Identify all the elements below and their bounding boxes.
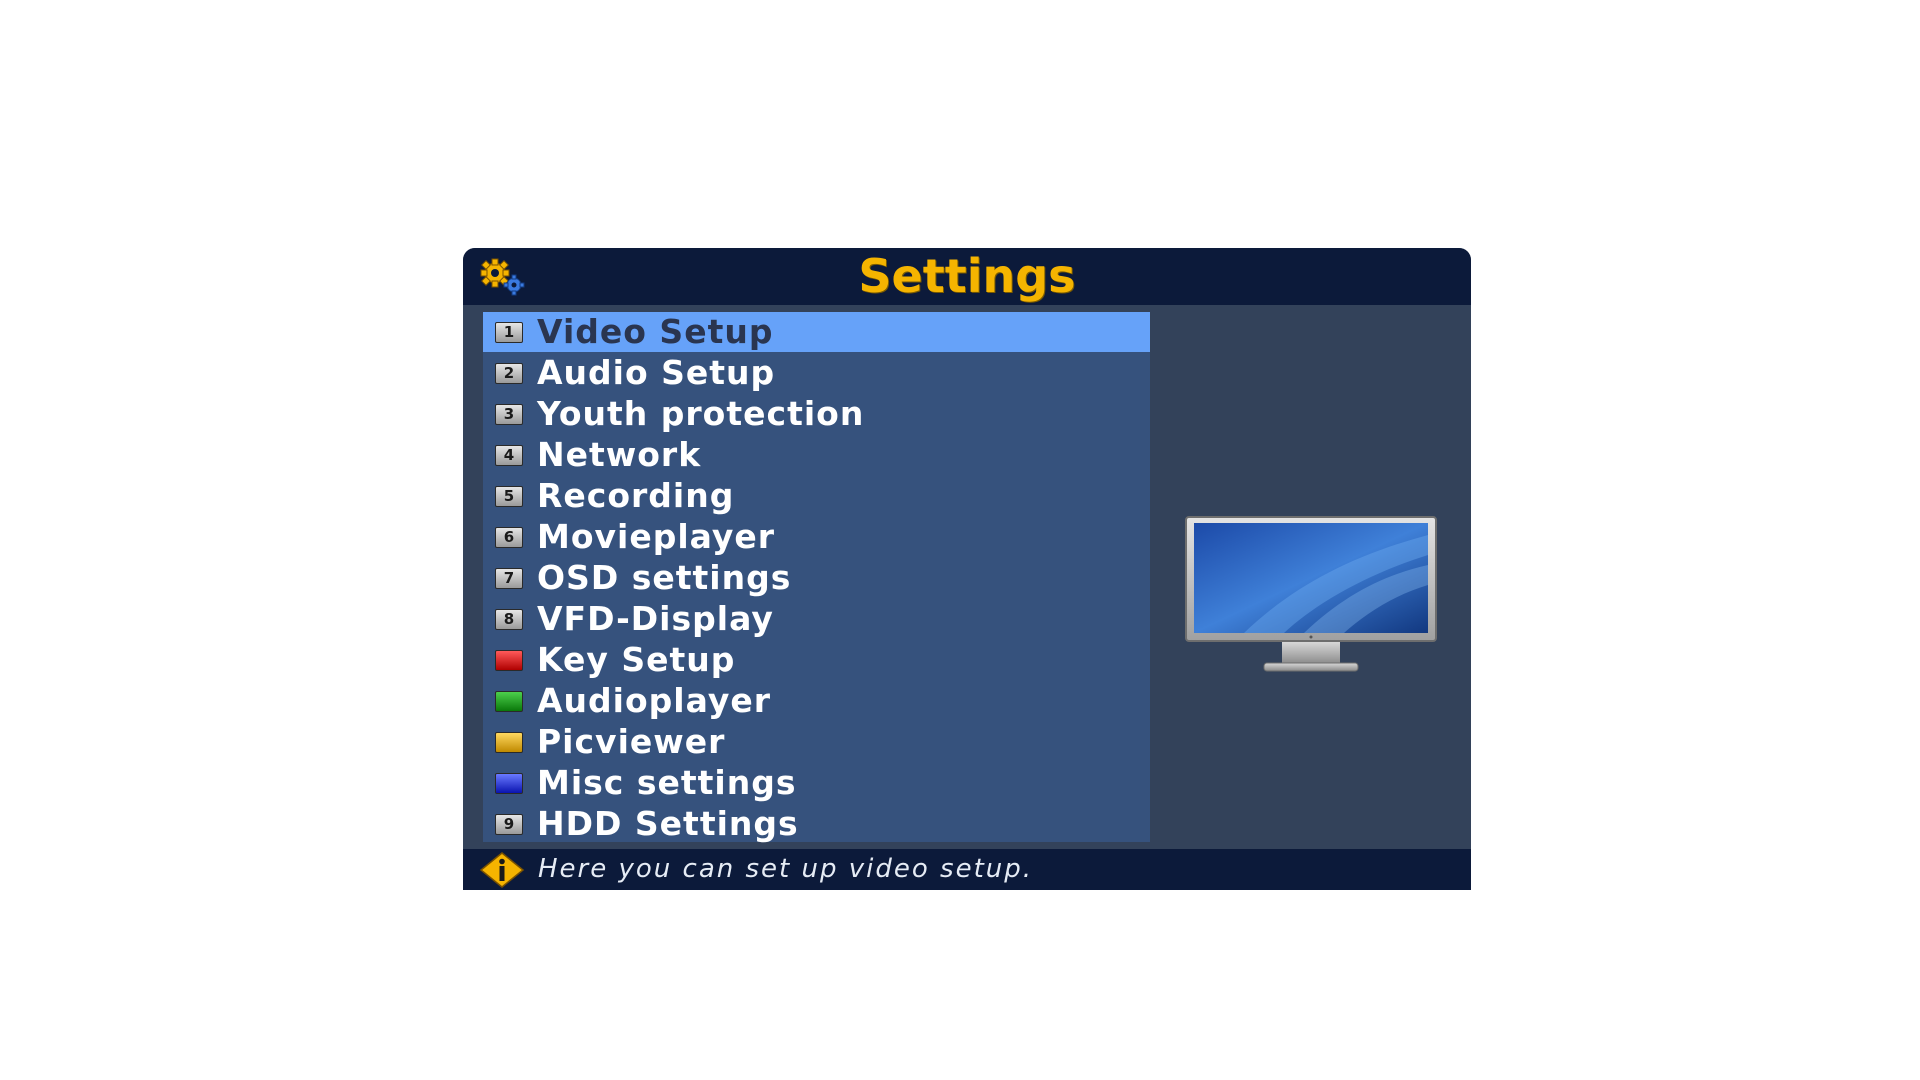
menu-item-misc-settings[interactable]: Misc settings [483, 763, 1150, 803]
menu-item-label: HDD Settings [537, 804, 799, 843]
key-9-icon: 9 [495, 814, 523, 835]
info-icon [479, 852, 525, 888]
menu-item-label: VFD-Display [537, 599, 774, 638]
menu-item-label: Recording [537, 476, 735, 515]
key-2-icon: 2 [495, 363, 523, 384]
menu-item-label: Audioplayer [537, 681, 771, 720]
menu-item-label: Video Setup [537, 312, 774, 351]
menu-item-vfd-display[interactable]: 8 VFD-Display [483, 599, 1150, 639]
blue-key-icon [495, 773, 523, 794]
menu-item-picviewer[interactable]: Picviewer [483, 722, 1150, 762]
red-key-icon [495, 650, 523, 671]
green-key-icon [495, 691, 523, 712]
menu-item-label: Key Setup [537, 640, 736, 679]
help-text: Here you can set up video setup. [538, 854, 1034, 884]
key-4-icon: 4 [495, 445, 523, 466]
menu-item-network[interactable]: 4 Network [483, 435, 1150, 475]
key-1-icon: 1 [495, 322, 523, 343]
settings-menu: 1 Video Setup 2 Audio Setup 3 Youth prot… [483, 312, 1150, 844]
header-bar: Settings [463, 248, 1471, 305]
key-6-icon: 6 [495, 527, 523, 548]
menu-item-video-setup[interactable]: 1 Video Setup [483, 312, 1150, 352]
menu-item-movieplayer[interactable]: 6 Movieplayer [483, 517, 1150, 557]
monitor-icon [1185, 516, 1437, 672]
menu-item-key-setup[interactable]: Key Setup [483, 640, 1150, 680]
menu-item-label: Picviewer [537, 722, 726, 761]
menu-item-audio-setup[interactable]: 2 Audio Setup [483, 353, 1150, 393]
footer-bar: Here you can set up video setup. [463, 849, 1471, 890]
key-5-icon: 5 [495, 486, 523, 507]
menu-item-label: Movieplayer [537, 517, 776, 556]
key-7-icon: 7 [495, 568, 523, 589]
menu-item-audioplayer[interactable]: Audioplayer [483, 681, 1150, 721]
menu-item-label: OSD settings [537, 558, 792, 597]
menu-item-youth-protection[interactable]: 3 Youth protection [483, 394, 1150, 434]
menu-item-label: Audio Setup [537, 353, 776, 392]
menu-item-recording[interactable]: 5 Recording [483, 476, 1150, 516]
settings-window: Settings 1 Video Setup 2 Audio Setup 3 Y… [463, 248, 1471, 890]
yellow-key-icon [495, 732, 523, 753]
menu-item-label: Youth protection [537, 394, 865, 433]
menu-item-hdd-settings[interactable]: 9 HDD Settings [483, 804, 1150, 844]
menu-item-label: Network [537, 435, 702, 474]
key-8-icon: 8 [495, 609, 523, 630]
page-title: Settings [858, 249, 1076, 303]
menu-item-osd-settings[interactable]: 7 OSD settings [483, 558, 1150, 598]
key-3-icon: 3 [495, 404, 523, 425]
menu-item-label: Misc settings [537, 763, 797, 802]
